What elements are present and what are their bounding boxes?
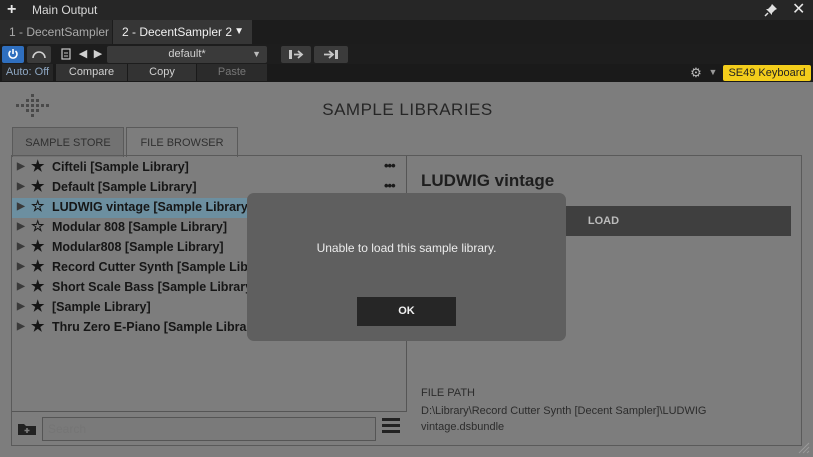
library-name: Record Cutter Synth [Sample Library] xyxy=(52,260,276,274)
star-outline-icon[interactable]: ☆ xyxy=(31,198,44,216)
expand-arrow-icon[interactable]: ▶ xyxy=(17,241,25,252)
chevron-down-icon: ▼ xyxy=(252,49,261,59)
star-filled-icon[interactable]: ★ xyxy=(31,238,44,256)
expand-arrow-icon[interactable]: ▶ xyxy=(17,301,25,312)
tab-label: 1 - DecentSampler xyxy=(9,25,110,39)
copy-button[interactable]: Copy xyxy=(128,64,196,81)
plugin-toolbar: ◀ ▶ default* ▼ xyxy=(0,44,813,64)
chevron-down-icon[interactable]: ▼ xyxy=(234,20,244,44)
window-title: Main Output xyxy=(32,3,98,17)
list-item[interactable]: ▶ ★ Cifteli [Sample Library] ••• xyxy=(12,158,406,178)
ok-button[interactable]: OK xyxy=(357,297,456,326)
arrow-out-icon xyxy=(324,50,338,59)
power-icon xyxy=(8,49,18,59)
search-bar xyxy=(12,411,407,446)
library-name: Short Scale Bass [Sample Library] xyxy=(52,280,257,294)
paste-button[interactable]: Paste xyxy=(197,64,267,81)
add-folder-icon[interactable] xyxy=(17,421,37,436)
search-input[interactable] xyxy=(42,417,376,441)
preset-name: default* xyxy=(168,48,206,60)
sidechain-button[interactable] xyxy=(27,46,51,63)
next-preset-icon[interactable]: ▶ xyxy=(92,46,104,63)
library-name: Cifteli [Sample Library] xyxy=(52,160,189,174)
preset-file-icon[interactable] xyxy=(57,46,75,63)
gear-icon[interactable]: ⚙ xyxy=(687,64,705,81)
expand-arrow-icon[interactable]: ▶ xyxy=(17,321,25,332)
previous-preset-icon[interactable]: ◀ xyxy=(77,46,89,63)
star-filled-icon[interactable]: ★ xyxy=(31,158,44,176)
star-filled-icon[interactable]: ★ xyxy=(31,258,44,276)
plugin-toolbar-secondary: Auto: Off Compare Copy Paste ⚙ ▼ SE49 Ke… xyxy=(0,64,813,82)
library-name: Thru Zero E-Piano [Sample Library] xyxy=(52,320,263,334)
instance-tabs: 1 - DecentSampler 2 - DecentSampler 2 ▼ xyxy=(0,20,813,44)
expand-arrow-icon[interactable]: ▶ xyxy=(17,261,25,272)
power-button[interactable] xyxy=(2,46,24,63)
library-name: Modular808 [Sample Library] xyxy=(52,240,224,254)
more-options-icon[interactable]: ••• xyxy=(384,178,396,193)
star-filled-icon[interactable]: ★ xyxy=(31,298,44,316)
arrow-in-icon xyxy=(289,50,304,59)
library-name: [Sample Library] xyxy=(52,300,151,314)
error-dialog: Unable to load this sample library. OK xyxy=(247,193,566,341)
route-icon xyxy=(32,51,46,59)
star-outline-icon[interactable]: ☆ xyxy=(31,218,44,236)
expand-arrow-icon[interactable]: ▶ xyxy=(17,281,25,292)
input-routing-button[interactable] xyxy=(281,46,311,63)
tab-label: 2 - DecentSampler 2 xyxy=(122,25,233,39)
tab-sample-store[interactable]: SAMPLE STORE xyxy=(12,127,124,157)
tab-decentsampler-1[interactable]: 1 - DecentSampler xyxy=(0,20,112,44)
expand-arrow-icon[interactable]: ▶ xyxy=(17,161,25,172)
add-icon[interactable]: + xyxy=(7,0,16,20)
device-badge[interactable]: SE49 Keyboard xyxy=(723,65,811,81)
window-titlebar: + Main Output ✕ xyxy=(0,0,813,20)
output-routing-button[interactable] xyxy=(314,46,348,63)
automation-toggle[interactable]: Auto: Off xyxy=(2,64,53,81)
tab-decentsampler-2[interactable]: 2 - DecentSampler 2 ▼ xyxy=(113,20,252,44)
pin-icon[interactable] xyxy=(764,3,778,20)
hamburger-menu-icon[interactable] xyxy=(382,418,402,438)
compare-button[interactable]: Compare xyxy=(56,64,127,81)
library-name: Modular 808 [Sample Library] xyxy=(52,220,228,234)
more-options-icon[interactable]: ••• xyxy=(384,158,396,173)
file-path-value: D:\Library\Record Cutter Synth [Decent S… xyxy=(421,405,707,433)
library-name: LUDWIG vintage [Sample Library] xyxy=(52,200,253,214)
library-name: Default [Sample Library] xyxy=(52,180,197,194)
dialog-message: Unable to load this sample library. xyxy=(316,241,497,255)
file-path-label: FILE PATH xyxy=(421,387,475,399)
expand-arrow-icon[interactable]: ▶ xyxy=(17,221,25,232)
decent-logo-icon xyxy=(16,94,50,120)
preset-selector[interactable]: default* ▼ xyxy=(107,46,267,63)
resize-grip-icon[interactable] xyxy=(796,440,810,454)
page-title: SAMPLE LIBRARIES xyxy=(322,100,493,119)
expand-arrow-icon[interactable]: ▶ xyxy=(17,181,25,192)
expand-arrow-icon[interactable]: ▶ xyxy=(17,201,25,212)
star-filled-icon[interactable]: ★ xyxy=(31,178,44,196)
tab-file-browser[interactable]: FILE BROWSER xyxy=(126,127,238,157)
library-title: LUDWIG vintage xyxy=(421,171,555,190)
close-icon[interactable]: ✕ xyxy=(792,0,805,20)
chevron-down-icon[interactable]: ▼ xyxy=(706,64,720,81)
star-filled-icon[interactable]: ★ xyxy=(31,318,44,336)
star-filled-icon[interactable]: ★ xyxy=(31,278,44,296)
